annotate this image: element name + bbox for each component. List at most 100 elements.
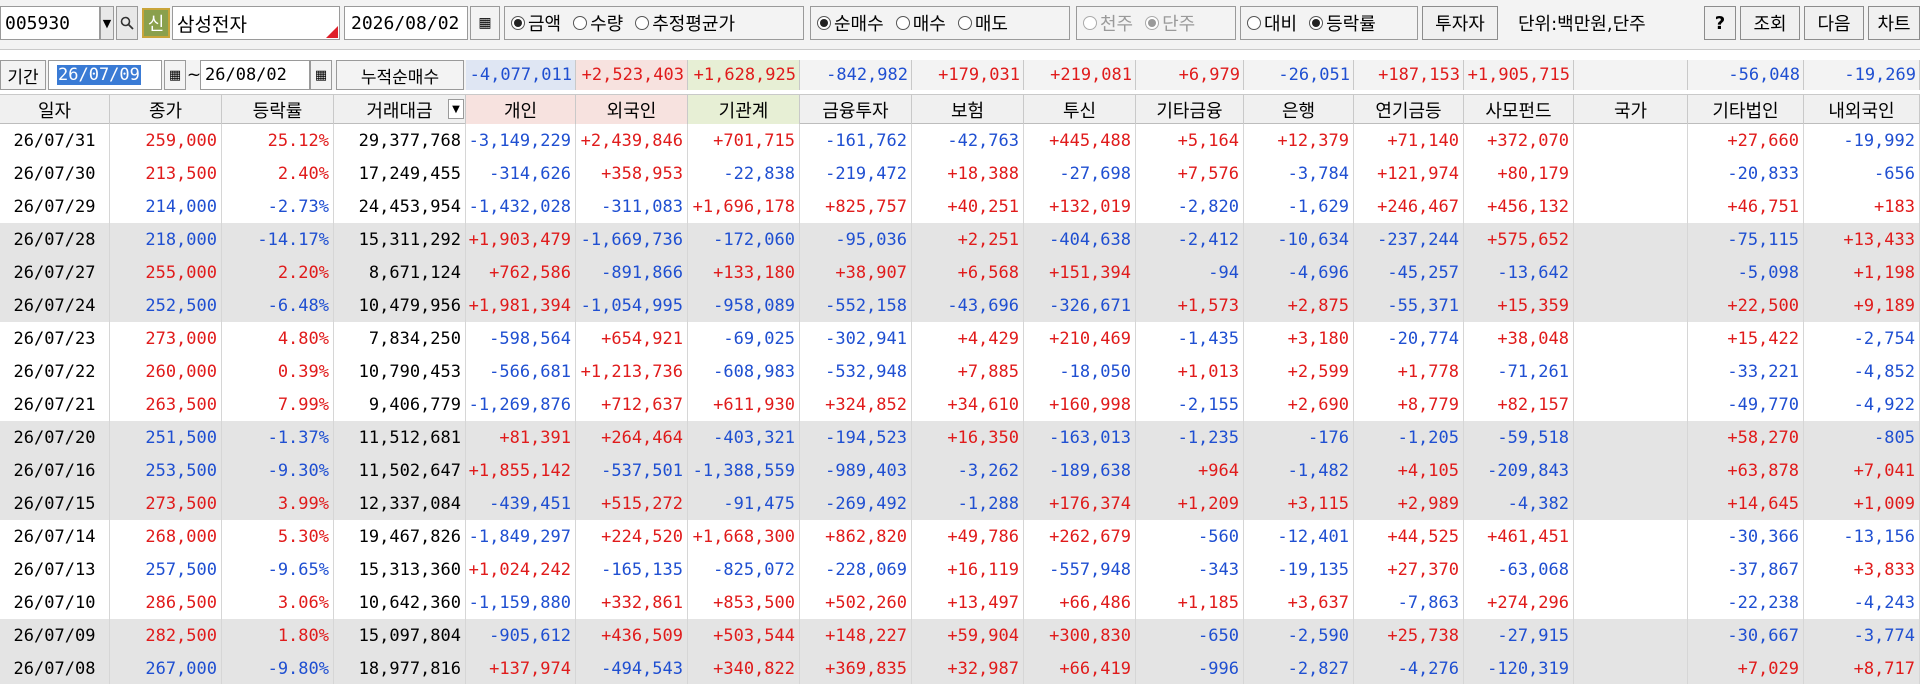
header-individual[interactable]: 개인	[466, 95, 576, 124]
header-change-rate[interactable]: 등락률	[222, 95, 334, 124]
table-row[interactable]: 26/07/13 257,500 -9.65% 15,313,360 +1,024,24…	[0, 553, 1920, 586]
cell-close: 273,500	[110, 487, 222, 520]
cell-government	[1574, 619, 1688, 652]
table-row[interactable]: 26/07/09 282,500 1.80% 15,097,804 -905,612 +4…	[0, 619, 1920, 652]
table-row[interactable]: 26/07/24 252,500 -6.48% 10,479,956 +1,981,39…	[0, 289, 1920, 322]
header-domestic-foreign[interactable]: 내외국인	[1804, 95, 1920, 124]
radio-dot-icon	[1083, 16, 1097, 30]
header-private-fund[interactable]: 사모펀드	[1464, 95, 1574, 124]
cell-domestic-foreign: -805	[1804, 421, 1920, 454]
table-row[interactable]: 26/07/31 259,000 25.12% 29,377,768 -3,149,22…	[0, 124, 1920, 157]
cell-date: 26/07/20	[0, 421, 110, 454]
header-other-corp[interactable]: 기타법인	[1688, 95, 1804, 124]
radio-change[interactable]: 대비	[1247, 10, 1297, 36]
cell-financial-invest: -95,036	[800, 223, 912, 256]
cell-individual: -1,159,880	[466, 586, 576, 619]
radio-sell[interactable]: 매도	[957, 10, 1008, 36]
cell-domestic-foreign: -13,156	[1804, 520, 1920, 553]
chevron-down-icon[interactable]: ▼	[100, 6, 114, 40]
cell-close: 214,000	[110, 190, 222, 223]
table-row[interactable]: 26/07/29 214,000 -2.73% 24,453,954 -1,432,02…	[0, 190, 1920, 223]
cell-private-fund: -4,382	[1464, 487, 1574, 520]
header-institution[interactable]: 기관계	[688, 95, 800, 124]
from-date-input[interactable]: 26/07/09	[48, 60, 162, 90]
calendar-icon[interactable]: ▦	[310, 60, 332, 90]
header-label: 보험	[950, 100, 985, 122]
toolbar: 005930 ▼ 신 삼성전자 2026/08/02 ▦ 금액 수량 추정평균가…	[0, 0, 1920, 50]
table-row[interactable]: 26/07/28 218,000 -14.17% 15,311,292 +1,903,4…	[0, 223, 1920, 256]
summary-value-insurance: +179,031	[912, 60, 1024, 90]
sort-dropdown-icon[interactable]: ▼	[448, 99, 464, 119]
help-button[interactable]: ?	[1704, 6, 1736, 40]
radio-quantity[interactable]: 수량	[573, 10, 623, 36]
calendar-icon[interactable]: ▦	[470, 6, 500, 40]
search-icon[interactable]	[116, 6, 138, 40]
header-close[interactable]: 종가	[110, 95, 222, 124]
header-trust[interactable]: 투신	[1024, 95, 1136, 124]
radio-amount[interactable]: 금액	[511, 10, 561, 36]
header-insurance[interactable]: 보험	[912, 95, 1024, 124]
radio-change-rate[interactable]: 등락률	[1309, 10, 1376, 36]
cell-domestic-foreign: +1,009	[1804, 487, 1920, 520]
cell-change-rate: 3.99%	[222, 487, 334, 520]
table-row[interactable]: 26/07/20 251,500 -1.37% 11,512,681 +81,391 +2…	[0, 421, 1920, 454]
cell-trade-value: 12,337,084	[334, 487, 466, 520]
table-row[interactable]: 26/07/08 267,000 -9.80% 18,977,816 +137,974-…	[0, 652, 1920, 684]
cell-private-fund: -63,068	[1464, 553, 1574, 586]
query-button[interactable]: 조회	[1740, 6, 1800, 40]
cell-private-fund: +15,359	[1464, 289, 1574, 322]
table-row[interactable]: 26/07/23 273,000 4.80% 7,834,250 -598,564 +65…	[0, 322, 1920, 355]
table-row[interactable]: 26/07/22 260,000 0.39% 10,790,453 -566,681 +1…	[0, 355, 1920, 388]
header-other-finance[interactable]: 기타금융	[1136, 95, 1244, 124]
stock-name-input[interactable]: 삼성전자	[172, 6, 340, 40]
header-foreign[interactable]: 외국인	[576, 95, 688, 124]
radio-net-buy[interactable]: 순매수	[817, 10, 884, 36]
to-date-input[interactable]: 26/08/02	[200, 60, 310, 90]
cell-pension: -20,774	[1354, 322, 1464, 355]
credit-badge[interactable]: 신	[142, 8, 170, 38]
cell-change-rate: -9.30%	[222, 454, 334, 487]
cell-change-rate: -1.37%	[222, 421, 334, 454]
header-trade-value[interactable]: 거래대금 ▼	[334, 95, 466, 124]
next-button[interactable]: 다음	[1804, 6, 1864, 40]
table-row[interactable]: 26/07/10 286,500 3.06% 10,642,360 -1,159,880…	[0, 586, 1920, 619]
header-label: 등락률	[252, 100, 303, 122]
table-row[interactable]: 26/07/27 255,000 2.20% 8,671,124 +762,586 -89…	[0, 256, 1920, 289]
table-row[interactable]: 26/07/14 268,000 5.30% 19,467,826 -1,849,297…	[0, 520, 1920, 553]
unit-label: 단위:백만원,단주	[1518, 14, 1646, 35]
radio-single-shares[interactable]: 단주	[1145, 10, 1195, 36]
cell-bank: -12,401	[1244, 520, 1354, 553]
cell-private-fund: +80,179	[1464, 157, 1574, 190]
summary-value-domestic-foreign: -19,269	[1804, 60, 1920, 90]
cell-insurance: +34,610	[912, 388, 1024, 421]
table-row[interactable]: 26/07/30 213,500 2.40% 17,249,455 -314,626 +3…	[0, 157, 1920, 190]
cell-trust: -326,671	[1024, 289, 1136, 322]
radio-avg-price[interactable]: 추정평균가	[635, 10, 735, 36]
radio-label: 등락률	[1326, 14, 1376, 35]
radio-thousand-shares[interactable]: 천주	[1083, 10, 1133, 36]
calendar-icon[interactable]: ▦	[164, 60, 186, 90]
table-row[interactable]: 26/07/16 253,500 -9.30% 11,502,647 +1,855,14…	[0, 454, 1920, 487]
cell-bank: -3,784	[1244, 157, 1354, 190]
investor-button[interactable]: 투자자	[1422, 6, 1498, 40]
header-government[interactable]: 국가	[1574, 95, 1688, 124]
header-financial-invest[interactable]: 금융투자	[800, 95, 912, 124]
radio-buy[interactable]: 매수	[895, 10, 946, 36]
cell-insurance: +6,568	[912, 256, 1024, 289]
cell-financial-invest: +324,852	[800, 388, 912, 421]
cell-date: 26/07/24	[0, 289, 110, 322]
chart-button[interactable]: 차트	[1868, 6, 1920, 40]
table-row[interactable]: 26/07/21 263,500 7.99% 9,406,779 -1,269,876 +…	[0, 388, 1920, 421]
stock-code-input[interactable]: 005930	[0, 6, 100, 40]
header-bank[interactable]: 은행	[1244, 95, 1354, 124]
cell-other-finance: -2,820	[1136, 190, 1244, 223]
cell-trust: +66,419	[1024, 652, 1136, 684]
cell-insurance: +32,987	[912, 652, 1024, 684]
header-pension[interactable]: 연기금등	[1354, 95, 1464, 124]
header-date[interactable]: 일자	[0, 95, 110, 124]
cell-trade-value: 15,097,804	[334, 619, 466, 652]
cell-change-rate: 2.40%	[222, 157, 334, 190]
table-row[interactable]: 26/07/15 273,500 3.99% 12,337,084 -439,451 +5…	[0, 487, 1920, 520]
date-input[interactable]: 2026/08/02	[344, 6, 468, 40]
radio-label: 단주	[1162, 14, 1196, 35]
